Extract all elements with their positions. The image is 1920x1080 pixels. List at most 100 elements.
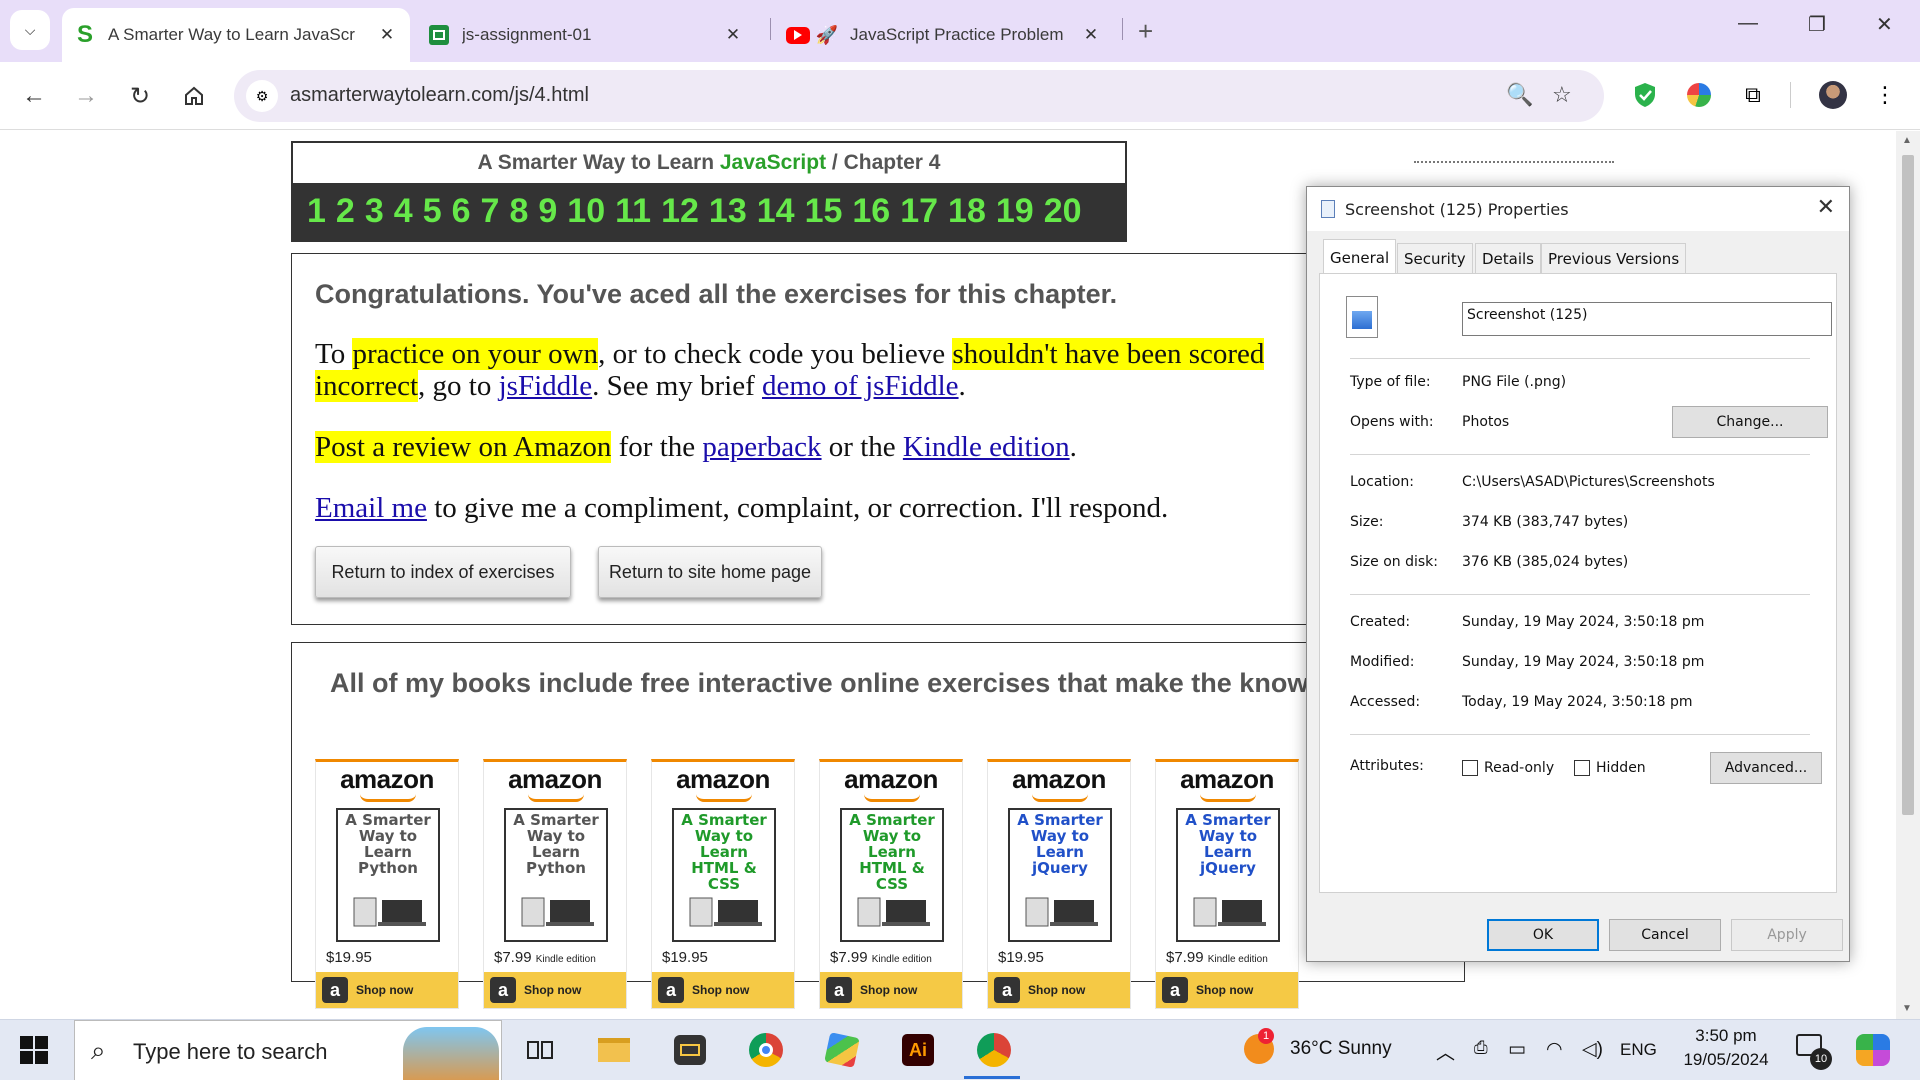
restore-button[interactable]: ❐ xyxy=(1808,12,1826,37)
chapter-link-9[interactable]: 9 xyxy=(538,192,557,231)
terminal-app-icon[interactable] xyxy=(670,1030,710,1070)
site-info-icon[interactable]: ⚙ xyxy=(246,80,278,112)
language-indicator[interactable]: ENG xyxy=(1620,1040,1657,1060)
weather-icon[interactable]: 1 xyxy=(1244,1028,1274,1064)
chapter-link-8[interactable]: 8 xyxy=(509,192,528,231)
volume-icon[interactable]: ◁) xyxy=(1582,1038,1603,1061)
shield-extension-icon[interactable] xyxy=(1628,78,1662,112)
chapter-link-6[interactable]: 6 xyxy=(452,192,471,231)
shop-now-button[interactable]: a Shop now xyxy=(484,972,626,1008)
forward-button[interactable]: → xyxy=(68,78,104,114)
paperback-link[interactable]: paperback xyxy=(702,431,821,463)
chrome-profile-icon[interactable] xyxy=(974,1030,1014,1070)
profile-avatar[interactable] xyxy=(1816,78,1850,112)
chapter-link-12[interactable]: 12 xyxy=(661,192,699,231)
book-cover[interactable]: A Smarter Way to Learn HTML & CSS xyxy=(840,808,944,942)
clock[interactable]: 3:50 pm 19/05/2024 xyxy=(1676,1026,1776,1070)
globe-extension-icon[interactable] xyxy=(1682,78,1716,112)
jsfiddle-link[interactable]: jsFiddle xyxy=(499,370,592,402)
book-card[interactable]: amazon A Smarter Way to Learn jQuery $7.99… xyxy=(1155,759,1299,1009)
book-card[interactable]: amazon A Smarter Way to Learn jQuery $19.9… xyxy=(987,759,1131,1009)
extensions-puzzle-icon[interactable]: ⧉ xyxy=(1736,78,1770,112)
chapter-link-10[interactable]: 10 xyxy=(567,192,605,231)
tab-security[interactable]: Security xyxy=(1397,243,1473,273)
shop-now-button[interactable]: a Shop now xyxy=(652,972,794,1008)
address-bar[interactable]: ⚙ asmarterwaytolearn.com/js/4.html 🔍 ☆ xyxy=(234,70,1604,122)
minimize-button[interactable]: — xyxy=(1738,12,1758,35)
cancel-button[interactable]: Cancel xyxy=(1609,919,1721,951)
back-button[interactable]: ← xyxy=(16,78,52,114)
reload-button[interactable]: ↻ xyxy=(122,78,158,114)
change-button[interactable]: Change... xyxy=(1672,406,1828,438)
book-card[interactable]: amazon A Smarter Way to Learn HTML & CSS $… xyxy=(819,759,963,1009)
dialog-close-icon[interactable]: ✕ xyxy=(1817,195,1835,220)
book-cover[interactable]: A Smarter Way to Learn jQuery xyxy=(1176,808,1280,942)
book-card[interactable]: amazon A Smarter Way to Learn Python $7.99… xyxy=(483,759,627,1009)
advanced-button[interactable]: Advanced... xyxy=(1710,752,1822,784)
apply-button[interactable]: Apply xyxy=(1731,919,1843,951)
tab-practice-problems[interactable]: 🚀 JavaScript Practice Problem ✕ xyxy=(774,8,1114,62)
chapter-link-1[interactable]: 1 xyxy=(307,192,326,231)
wifi-icon[interactable]: ◠ xyxy=(1546,1038,1563,1061)
chapter-link-7[interactable]: 7 xyxy=(481,192,500,231)
close-tab-icon[interactable]: ✕ xyxy=(722,25,744,45)
readonly-checkbox[interactable] xyxy=(1462,760,1478,776)
file-explorer-icon[interactable] xyxy=(594,1030,634,1070)
filename-field[interactable]: Screenshot (125) xyxy=(1462,302,1832,336)
close-tab-icon[interactable]: ✕ xyxy=(1080,25,1102,45)
chapter-link-16[interactable]: 16 xyxy=(852,192,890,231)
chapter-link-11[interactable]: 11 xyxy=(615,192,651,231)
tab-previous-versions[interactable]: Previous Versions xyxy=(1541,243,1687,273)
tab-js-assignment[interactable]: js-assignment-01 ✕ xyxy=(416,8,756,62)
page-scrollbar[interactable]: ▲ ▼ xyxy=(1896,131,1920,1019)
tab-details[interactable]: Details xyxy=(1475,243,1542,273)
chapter-link-2[interactable]: 2 xyxy=(336,192,355,231)
scrollbar-thumb[interactable] xyxy=(1902,155,1914,815)
shop-now-button[interactable]: a Shop now xyxy=(316,972,458,1008)
scroll-down-icon[interactable]: ▼ xyxy=(1902,1003,1912,1014)
chapter-link-17[interactable]: 17 xyxy=(900,192,938,231)
bookmark-star-icon[interactable]: ☆ xyxy=(1552,82,1572,108)
chapter-link-3[interactable]: 3 xyxy=(365,192,384,231)
weather-text[interactable]: 36°C Sunny xyxy=(1290,1038,1392,1060)
hidden-checkbox[interactable] xyxy=(1574,760,1590,776)
chapter-link-18[interactable]: 18 xyxy=(948,192,986,231)
return-home-button[interactable]: Return to site home page xyxy=(598,546,822,598)
home-button[interactable] xyxy=(176,78,212,114)
shop-now-button[interactable]: a Shop now xyxy=(1156,972,1298,1008)
battery-icon[interactable]: ▭ xyxy=(1508,1038,1526,1061)
chapter-link-15[interactable]: 15 xyxy=(805,192,843,231)
url-text[interactable]: asmarterwaytolearn.com/js/4.html xyxy=(290,84,589,107)
shop-now-button[interactable]: a Shop now xyxy=(820,972,962,1008)
tray-chevron-icon[interactable]: ︿ xyxy=(1436,1038,1455,1065)
book-cover[interactable]: A Smarter Way to Learn Python xyxy=(504,808,608,942)
tab-active[interactable]: S A Smarter Way to Learn JavaScr ✕ xyxy=(62,8,410,62)
start-button[interactable] xyxy=(20,1036,48,1069)
book-cover[interactable]: A Smarter Way to Learn HTML & CSS xyxy=(672,808,776,942)
tab-search-button[interactable]: ⌵ xyxy=(10,10,50,50)
jsfiddle-demo-link[interactable]: demo of jsFiddle xyxy=(762,370,959,402)
chapter-link-5[interactable]: 5 xyxy=(423,192,442,231)
copilot-icon[interactable] xyxy=(1856,1034,1890,1066)
chapter-link-20[interactable]: 20 xyxy=(1044,192,1082,231)
return-index-button[interactable]: Return to index of exercises xyxy=(315,546,571,598)
tray-device-icon[interactable]: ⎙ xyxy=(1474,1038,1488,1058)
email-me-link[interactable]: Email me xyxy=(315,492,427,524)
chapter-link-19[interactable]: 19 xyxy=(996,192,1034,231)
task-view-icon[interactable] xyxy=(520,1030,560,1070)
kindle-link[interactable]: Kindle edition xyxy=(903,431,1070,463)
chrome-icon[interactable] xyxy=(746,1030,786,1070)
book-card[interactable]: amazon A Smarter Way to Learn Python $19.9… xyxy=(315,759,459,1009)
chapter-link-13[interactable]: 13 xyxy=(709,192,747,231)
bluestacks-icon[interactable] xyxy=(822,1030,862,1070)
tab-general[interactable]: General xyxy=(1323,239,1397,275)
notification-icon[interactable]: 10 xyxy=(1796,1034,1832,1070)
illustrator-icon[interactable]: Ai xyxy=(898,1030,938,1070)
chapter-link-14[interactable]: 14 xyxy=(757,192,795,231)
close-tab-icon[interactable]: ✕ xyxy=(376,25,398,45)
chapter-link-4[interactable]: 4 xyxy=(394,192,413,231)
taskbar-search-box[interactable]: ⌕ Type here to search xyxy=(74,1020,502,1080)
book-card[interactable]: amazon A Smarter Way to Learn HTML & CSS $… xyxy=(651,759,795,1009)
shop-now-button[interactable]: a Shop now xyxy=(988,972,1130,1008)
zoom-icon[interactable]: 🔍 xyxy=(1506,82,1533,108)
